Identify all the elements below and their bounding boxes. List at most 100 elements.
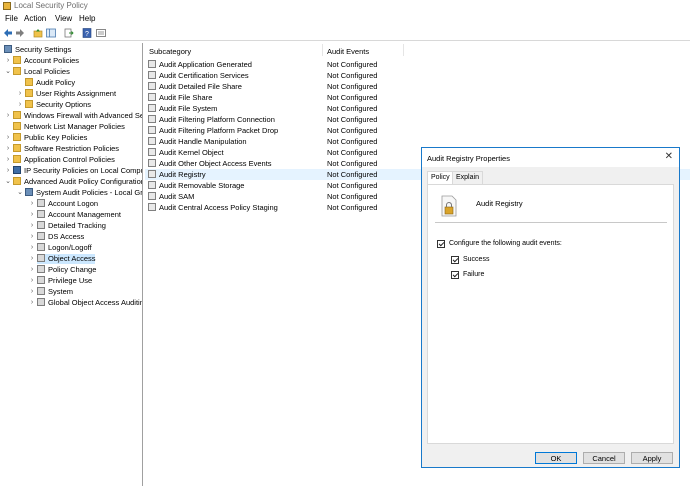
tree-item-logon-logoff[interactable]: › Logon/Logoff: [31, 243, 92, 253]
expand-chevron-icon[interactable]: ›: [28, 221, 36, 231]
table-row[interactable]: Audit Handle Manipulation Not Configured: [145, 136, 690, 147]
tree-item-application-control[interactable]: › Application Control Policies: [7, 155, 115, 165]
failure-checkbox[interactable]: [451, 271, 459, 279]
close-icon[interactable]: ✕: [665, 151, 673, 162]
tree-item-privilege-use[interactable]: › Privilege Use: [31, 276, 92, 286]
back-arrow-icon[interactable]: [3, 28, 13, 38]
expand-chevron-icon[interactable]: ›: [28, 199, 36, 209]
table-row[interactable]: Audit Detailed File Share Not Configured: [145, 81, 690, 92]
menu-view[interactable]: View: [55, 14, 72, 23]
configure-checkbox[interactable]: [437, 240, 445, 248]
expand-chevron-icon[interactable]: ›: [16, 100, 24, 110]
failure-label: Failure: [463, 271, 485, 278]
table-row[interactable]: Audit Application Generated Not Configure…: [145, 59, 690, 70]
audit-category-icon: [37, 254, 45, 262]
collapse-chevron-icon[interactable]: ⌄: [16, 188, 24, 198]
expand-chevron-icon[interactable]: ›: [28, 276, 36, 286]
dialog-title-bar[interactable]: Audit Registry Properties ✕: [422, 148, 679, 167]
column-header-subcategory[interactable]: Subcategory: [149, 47, 191, 56]
tab-explain[interactable]: Explain: [452, 171, 483, 184]
folder-icon: [13, 67, 21, 75]
tree-item-account-logon[interactable]: › Account Logon: [31, 199, 98, 209]
tree-pane[interactable]: Security Settings › Account Policies ⌄ Loc…: [0, 43, 143, 486]
tree-item-system[interactable]: › System: [31, 287, 73, 297]
expand-chevron-icon[interactable]: ›: [4, 111, 12, 121]
table-row[interactable]: Audit File Share Not Configured: [145, 92, 690, 103]
window-title: Local Security Policy: [14, 1, 88, 10]
dialog-title: Audit Registry Properties: [427, 154, 510, 163]
cancel-button[interactable]: Cancel: [583, 452, 625, 464]
tree-item-policy-change[interactable]: › Policy Change: [31, 265, 96, 275]
tree-item-ip-security[interactable]: › IP Security Policies on Local Compute: [7, 166, 142, 176]
expand-chevron-icon[interactable]: ›: [28, 254, 36, 264]
expand-chevron-icon[interactable]: ›: [4, 56, 12, 66]
tree-item-object-access[interactable]: › Object Access: [31, 254, 96, 264]
forward-arrow-icon[interactable]: [15, 28, 25, 38]
expand-chevron-icon[interactable]: ›: [4, 144, 12, 154]
export-list-icon[interactable]: [64, 28, 74, 38]
tree-item-public-key-policies[interactable]: › Public Key Policies: [7, 133, 87, 143]
tree-item-windows-firewall[interactable]: › Windows Firewall with Advanced Secu: [7, 111, 142, 121]
up-folder-icon[interactable]: [33, 28, 43, 38]
folder-icon: [25, 89, 33, 97]
app-icon: [3, 2, 11, 10]
expand-chevron-icon[interactable]: ›: [16, 89, 24, 99]
tree-item-detailed-tracking[interactable]: › Detailed Tracking: [31, 221, 106, 231]
column-header-audit-events[interactable]: Audit Events: [327, 47, 369, 56]
menu-help[interactable]: Help: [79, 14, 95, 23]
collapse-chevron-icon[interactable]: ⌄: [4, 67, 12, 77]
security-settings-icon: [4, 45, 12, 53]
tree-item-security-settings[interactable]: Security Settings: [4, 45, 71, 55]
tree-item-account-policies[interactable]: › Account Policies: [7, 56, 79, 66]
tree-item-account-management[interactable]: › Account Management: [31, 210, 121, 220]
audit-subcategory-icon: [148, 148, 156, 156]
expand-chevron-icon[interactable]: ›: [28, 210, 36, 220]
tree-item-global-object-access[interactable]: › Global Object Access Auditing: [31, 298, 142, 308]
expand-chevron-icon[interactable]: ›: [28, 287, 36, 297]
tree-item-audit-policy[interactable]: Audit Policy: [25, 78, 75, 88]
tree-item-software-restriction[interactable]: › Software Restriction Policies: [7, 144, 119, 154]
expand-chevron-icon[interactable]: ›: [28, 232, 36, 242]
success-checkbox[interactable]: [451, 256, 459, 264]
tree-item-user-rights-assignment[interactable]: › User Rights Assignment: [19, 89, 116, 99]
audit-subcategory-icon: [148, 93, 156, 101]
folder-icon: [13, 56, 21, 64]
policy-panel: Audit Registry Configure the following a…: [427, 184, 674, 444]
audit-policy-icon: [441, 195, 457, 217]
table-row[interactable]: Audit Filtering Platform Packet Drop Not …: [145, 125, 690, 136]
tree-item-security-options[interactable]: › Security Options: [19, 100, 91, 110]
audit-category-icon: [37, 243, 45, 251]
show-tree-icon[interactable]: [46, 28, 56, 38]
apply-button[interactable]: Apply: [631, 452, 673, 464]
expand-chevron-icon[interactable]: ›: [4, 133, 12, 143]
expand-chevron-icon[interactable]: ›: [4, 155, 12, 165]
ok-button[interactable]: OK: [535, 452, 577, 464]
folder-icon: [13, 155, 21, 163]
table-row[interactable]: Audit Filtering Platform Connection Not C…: [145, 114, 690, 125]
tree-item-ds-access[interactable]: › DS Access: [31, 232, 84, 242]
properties-icon[interactable]: [96, 28, 106, 38]
computer-icon: [25, 188, 33, 196]
help-icon[interactable]: ?: [82, 28, 92, 38]
expand-chevron-icon[interactable]: ›: [28, 265, 36, 275]
column-divider[interactable]: [322, 44, 323, 56]
tab-policy[interactable]: Policy: [427, 171, 454, 185]
menu-file[interactable]: File: [5, 14, 18, 23]
table-row[interactable]: Audit Certification Services Not Configur…: [145, 70, 690, 81]
audit-subcategory-icon: [148, 159, 156, 167]
success-label: Success: [463, 256, 490, 263]
audit-category-icon: [37, 221, 45, 229]
tree-item-network-list-manager[interactable]: Network List Manager Policies: [13, 122, 125, 132]
audit-subcategory-icon: [148, 115, 156, 123]
collapse-chevron-icon[interactable]: ⌄: [4, 177, 12, 187]
tree-item-local-policies[interactable]: ⌄ Local Policies: [5, 67, 70, 77]
column-divider[interactable]: [403, 44, 404, 56]
folder-icon: [13, 111, 21, 119]
expand-chevron-icon[interactable]: ›: [28, 298, 36, 308]
table-row[interactable]: Audit File System Not Configured: [145, 103, 690, 114]
menu-action[interactable]: Action: [24, 14, 46, 23]
expand-chevron-icon[interactable]: ›: [28, 243, 36, 253]
tree-item-advanced-audit[interactable]: ⌄ Advanced Audit Policy Configuration: [5, 177, 142, 187]
expand-chevron-icon[interactable]: ›: [4, 166, 12, 176]
tree-item-system-audit-policies[interactable]: ⌄ System Audit Policies - Local Grou: [17, 188, 142, 198]
